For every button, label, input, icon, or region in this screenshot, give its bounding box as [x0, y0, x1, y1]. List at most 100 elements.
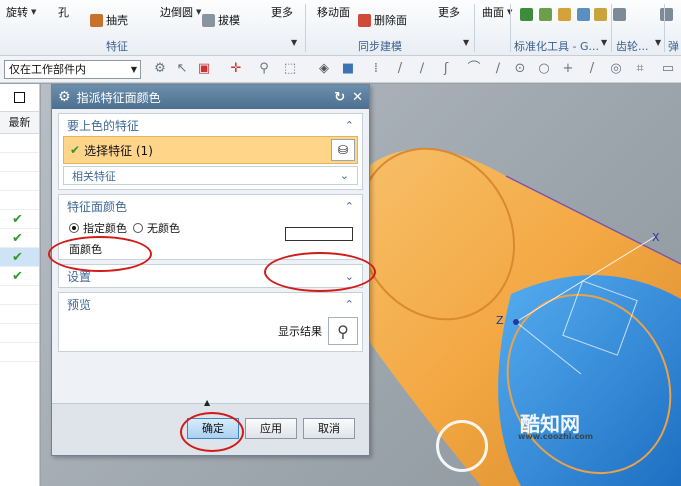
no-color-radio[interactable] — [133, 223, 143, 233]
tool-icon[interactable] — [558, 7, 571, 21]
filter-icon[interactable]: ⚲ — [256, 61, 272, 77]
draft-label: 拔模 — [218, 14, 240, 27]
point-icon[interactable]: ✛ — [228, 61, 244, 77]
navigator-row[interactable] — [0, 191, 39, 210]
more-button-feature[interactable]: 更多 — [271, 3, 293, 21]
section-header[interactable]: 要上色的特征 ⌃ — [59, 114, 362, 136]
select-feature-row[interactable]: ✔ 选择特征 (1) ⛁ — [63, 136, 358, 164]
feature-picker-icon[interactable]: ⛁ — [331, 139, 355, 161]
cube-icon[interactable]: ■ — [340, 61, 356, 77]
tool-icon[interactable] — [539, 7, 552, 21]
cancel-button[interactable]: 取消 — [303, 418, 355, 439]
scope-filter-select[interactable]: 仅在工作部件内 ▼ — [4, 60, 141, 79]
arc-icon[interactable]: ⌒ — [466, 61, 482, 77]
delete-face-label: 删除面 — [374, 14, 407, 27]
no-color-label[interactable]: 无颜色 — [147, 220, 180, 236]
section-header[interactable]: 预览 ⌃ — [59, 293, 362, 315]
line-icon[interactable]: / — [584, 61, 600, 77]
line-icon[interactable]: ∕ — [414, 61, 430, 77]
check-icon: ✔ — [12, 250, 23, 265]
select-box-icon[interactable]: ▣ — [196, 61, 212, 77]
chevron-up-icon[interactable]: ⌃ — [345, 298, 354, 311]
navigator-row-selected[interactable]: ✔ — [0, 248, 39, 267]
navigator-row[interactable] — [0, 324, 39, 343]
csys-origin — [513, 319, 519, 325]
circle-center-icon[interactable]: ⊙ — [512, 61, 528, 77]
spring-tools-icons[interactable] — [660, 5, 673, 23]
dialog-titlebar[interactable]: ⚙ 指派特征面颜色 ↻ ✕ — [52, 85, 369, 109]
navigator-row[interactable] — [0, 286, 39, 305]
navigator-row[interactable] — [0, 305, 39, 324]
close-icon[interactable]: ✕ — [352, 90, 363, 105]
move-face-button[interactable]: 移动面 — [317, 3, 350, 21]
navigator-row[interactable] — [0, 153, 39, 172]
part-navigator: 最新 ✔ ✔ ✔ ✔ — [0, 84, 40, 486]
edge-blend-button[interactable]: 边倒圆 ▼ — [160, 3, 201, 21]
navigator-toggle[interactable] — [0, 84, 39, 112]
revolve-button[interactable]: 旋转 ▼ — [6, 3, 36, 21]
rectangle-select-icon[interactable]: ⬚ — [282, 61, 298, 77]
hole-button[interactable]: 孔 — [58, 3, 69, 21]
chevron-down-icon: ▼ — [130, 65, 137, 74]
surface-button[interactable]: 曲面▼ — [482, 3, 512, 21]
group-divider — [305, 4, 306, 52]
delete-face-button[interactable]: 删除面 — [358, 11, 407, 29]
chevron-down-icon[interactable]: ⌄ — [340, 169, 349, 182]
shell-icon — [90, 13, 103, 27]
tool-icon[interactable] — [577, 7, 590, 21]
navigator-row[interactable]: ✔ — [0, 229, 39, 248]
chevron-down-icon[interactable]: ▼ — [291, 38, 297, 47]
hole-label: 孔 — [58, 6, 69, 19]
cylinder-blue-face[interactable] — [498, 275, 681, 486]
draft-button[interactable]: 拔模 — [202, 11, 240, 29]
specify-color-radio[interactable] — [69, 223, 79, 233]
grid-icon[interactable]: ⁞ — [368, 61, 384, 77]
solid-icon[interactable]: ◈ — [316, 61, 332, 77]
navigator-row[interactable] — [0, 343, 39, 362]
tool-icon[interactable] — [520, 7, 533, 21]
snap-icon[interactable]: ⚙ — [152, 61, 168, 77]
chevron-down-icon[interactable]: ▼ — [463, 38, 469, 47]
surface-label: 曲面 — [482, 6, 504, 19]
select-feature-label: 选择特征 (1) — [84, 143, 153, 158]
section-header[interactable]: 特征面颜色 ⌃ — [59, 195, 362, 217]
face-icon[interactable]: ◎ — [608, 61, 624, 77]
gear-icon[interactable]: ⚙ — [58, 89, 71, 105]
group-label-standard-tools: 标准化工具 - G... — [514, 40, 599, 53]
spring-icon[interactable] — [660, 7, 673, 21]
specify-color-label[interactable]: 指定颜色 — [83, 220, 127, 236]
gear-tool-icon[interactable] — [613, 7, 626, 21]
watermark-url: www.coozhi.com — [518, 432, 594, 441]
endpoint-icon[interactable]: ∕ — [490, 61, 506, 77]
chevron-up-icon[interactable]: ⌃ — [345, 200, 354, 213]
ribbon: 旋转▼ 孔 抽壳 边倒圆▼ 拔模 更多 移动面 删除面 更多 曲面▼ 特征 ▼ … — [0, 0, 681, 56]
maximize-icon — [14, 92, 25, 103]
cross-icon[interactable]: + — [560, 61, 576, 77]
edge-blend-label: 边倒圆 — [160, 6, 193, 19]
navigator-row[interactable]: ✔ — [0, 210, 39, 229]
curve-icon[interactable]: ʃ — [438, 61, 454, 77]
circle-icon[interactable]: ○ — [536, 61, 552, 77]
navigator-row[interactable]: ✔ — [0, 267, 39, 286]
line-icon[interactable]: / — [392, 61, 408, 77]
related-features-row[interactable]: 相关特征 ⌄ — [63, 166, 358, 185]
gear-tool-icon[interactable] — [594, 7, 607, 21]
navigator-column-latest[interactable]: 最新 — [0, 112, 39, 134]
chevron-up-icon[interactable]: ▲ — [204, 398, 210, 407]
chevron-down-icon[interactable]: ▼ — [655, 38, 661, 47]
navigator-row[interactable] — [0, 134, 39, 153]
standard-tools-icons[interactable] — [520, 5, 590, 23]
chevron-down-icon[interactable]: ▼ — [601, 38, 607, 47]
view-icon[interactable]: ▭ — [660, 61, 676, 77]
shell-button[interactable]: 抽壳 — [90, 11, 128, 29]
reset-icon[interactable]: ↻ — [334, 90, 345, 105]
apply-button[interactable]: 应用 — [245, 418, 297, 439]
select-icon[interactable]: ↖ — [174, 61, 190, 77]
navigator-row[interactable] — [0, 172, 39, 191]
magnifier-icon[interactable]: ⚲ — [328, 317, 358, 345]
chevron-up-icon[interactable]: ⌃ — [345, 119, 354, 132]
face-color-swatch[interactable] — [285, 227, 353, 241]
sketch-icon[interactable]: ⌗ — [632, 61, 648, 77]
gear-tools-icons[interactable] — [594, 5, 626, 23]
more-button-sync[interactable]: 更多 — [438, 3, 460, 21]
